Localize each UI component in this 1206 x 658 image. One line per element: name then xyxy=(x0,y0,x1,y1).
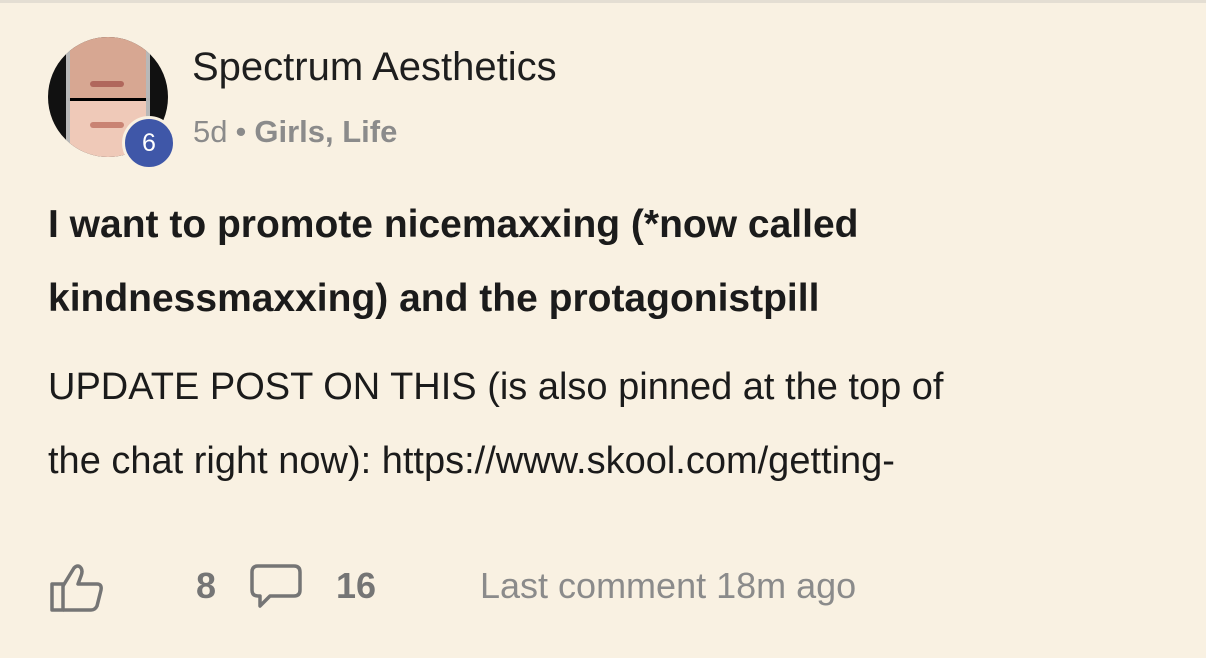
avatar-mouth-top xyxy=(90,81,124,87)
post-categories[interactable]: Girls, Life xyxy=(254,114,397,149)
post-body-line-1: UPDATE POST ON THIS (is also pinned at t… xyxy=(48,366,944,408)
level-badge: 6 xyxy=(122,116,176,170)
post-meta: 5d • Girls, Life xyxy=(193,112,397,152)
post-actions: 8 16 Last comment 18m ago xyxy=(48,558,1168,614)
post-body-preview[interactable]: UPDATE POST ON THIS (is also pinned at t… xyxy=(48,350,1168,498)
author-name[interactable]: Spectrum Aesthetics xyxy=(192,42,557,92)
avatar-photo-top xyxy=(70,37,146,99)
thumbs-up-icon[interactable] xyxy=(48,562,106,614)
post-time: 5d xyxy=(193,114,228,149)
avatar-divider-line xyxy=(68,98,150,101)
like-count: 8 xyxy=(196,565,217,606)
last-comment-time: Last comment 18m ago xyxy=(480,565,857,606)
meta-separator: • xyxy=(235,114,247,149)
comment-bubble-icon[interactable] xyxy=(248,562,304,612)
post-title-line-1: I want to promote nicemaxxing (*now call… xyxy=(48,203,859,246)
post-title[interactable]: I want to promote nicemaxxing (*now call… xyxy=(48,188,1168,336)
comment-count: 16 xyxy=(336,565,377,606)
avatar-edge-left xyxy=(66,37,70,157)
post-card[interactable]: 6 Spectrum Aesthetics 5d • Girls, Life I w… xyxy=(0,0,1206,658)
avatar-mouth-bottom xyxy=(90,122,124,128)
post-title-line-2: kindnessmaxxing) and the protagonistpill xyxy=(48,277,820,320)
post-body-line-2: the chat right now): https://www.skool.c… xyxy=(48,440,895,482)
